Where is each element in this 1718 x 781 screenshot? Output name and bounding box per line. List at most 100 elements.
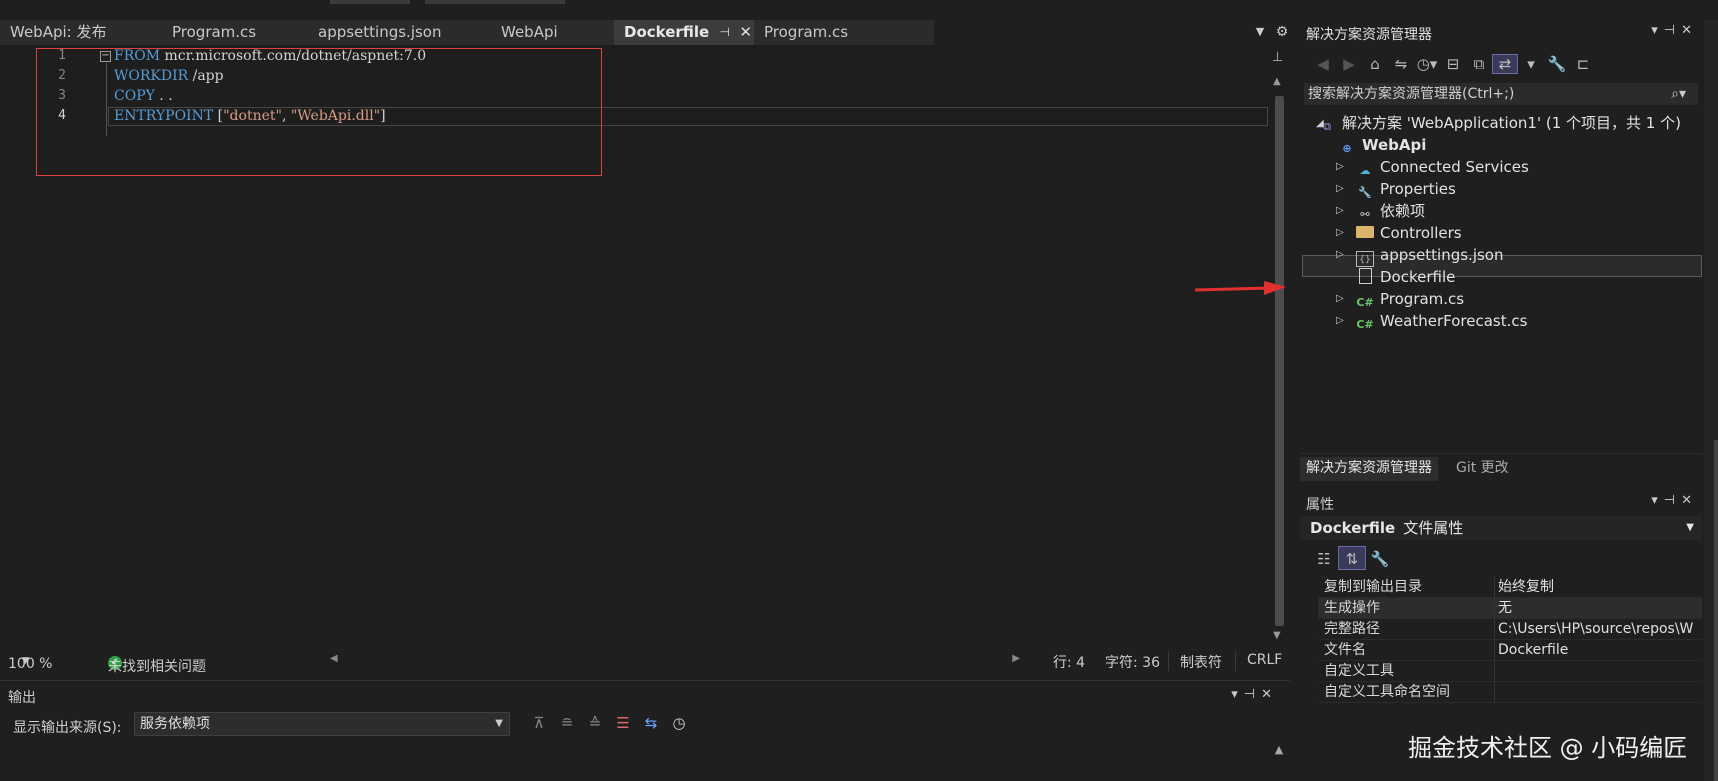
tree-item-dockerfile[interactable]: Dockerfile <box>1356 266 1455 288</box>
expand-triangle-icon[interactable]: ▷ <box>1336 227 1344 238</box>
tree-label: WeatherForecast.cs <box>1380 312 1528 330</box>
tree-item[interactable]: ⚯ 依赖项 <box>1356 200 1425 222</box>
tab-appsettings-json[interactable]: appsettings.json <box>308 20 494 45</box>
tab-webapi-publish[interactable]: WebApi: 发布 <box>0 20 163 45</box>
close-icon[interactable]: ✕ <box>1261 687 1278 702</box>
line-indicator[interactable]: 行: 4 <box>1053 652 1085 672</box>
word-wrap-icon[interactable]: ⇆ <box>637 714 665 732</box>
scroll-down-icon[interactable]: ▼ <box>1273 630 1281 641</box>
pin-icon[interactable]: ⊣ <box>720 20 730 44</box>
horizontal-scrollbar[interactable]: ◀ ▶ <box>330 653 1020 666</box>
tab-webapi[interactable]: WebApi <box>491 20 619 45</box>
output-source-select[interactable]: 服务依赖项 ▼ <box>134 712 510 736</box>
scroll-right-icon[interactable]: ▶ <box>1012 653 1020 664</box>
expand-triangle-icon[interactable]: ▷ <box>1336 205 1344 216</box>
property-row[interactable]: 复制到输出目录 始终复制 <box>1318 577 1702 598</box>
back-icon[interactable]: ◀ <box>1310 55 1336 73</box>
property-key: 复制到输出目录 <box>1324 579 1422 595</box>
output-scroll-up-icon[interactable]: ▲ <box>1270 743 1288 781</box>
folder-icon <box>1356 226 1374 238</box>
pin-icon[interactable]: ⊣ <box>1244 687 1261 702</box>
pin-icon[interactable]: ⊣ <box>1664 493 1681 508</box>
collapse-all-icon[interactable]: ⊟ <box>1440 55 1466 73</box>
separator <box>1494 619 1495 640</box>
pin-icon[interactable]: ⊣ <box>1664 23 1681 38</box>
close-icon[interactable]: ✕ <box>1681 23 1698 38</box>
line-ending-indicator[interactable]: CRLF <box>1247 652 1282 668</box>
property-value[interactable]: Dockerfile <box>1498 640 1702 661</box>
tab-git-changes[interactable]: Git 更改 <box>1450 457 1515 481</box>
output-title: 输出 <box>8 690 36 706</box>
property-value[interactable]: 无 <box>1498 598 1702 619</box>
properties-wrench-icon[interactable]: 🔧 <box>1544 55 1570 73</box>
goto-previous-icon[interactable]: ⊼ <box>525 714 553 732</box>
tree-item[interactable]: C# WeatherForecast.cs <box>1356 310 1527 332</box>
tree-item[interactable]: C# Program.cs <box>1356 288 1464 310</box>
scroll-thumb[interactable] <box>1275 96 1284 626</box>
char-indicator[interactable]: 字符: 36 <box>1105 652 1160 672</box>
scroll-left-icon[interactable]: ◀ <box>330 653 338 664</box>
property-key: 完整路径 <box>1324 621 1380 637</box>
property-row[interactable]: 自定义工具 <box>1318 661 1702 682</box>
tab-list-dropdown-icon[interactable]: ▼ <box>1253 22 1267 42</box>
dropdown-icon[interactable]: ▾ <box>1231 687 1244 702</box>
expand-triangle-icon[interactable]: ▷ <box>1336 293 1344 304</box>
close-icon[interactable]: ✕ <box>739 20 752 44</box>
tree-project-webapi[interactable]: ⊕ WebApi <box>1338 134 1426 156</box>
property-pages-icon[interactable]: 🔧 <box>1366 547 1394 571</box>
property-row[interactable]: 完整路径 C:\Users\HP\source\repos\W <box>1318 619 1702 640</box>
sync-with-active-document-icon[interactable]: ⇄ <box>1492 54 1518 74</box>
property-value[interactable]: C:\Users\HP\source\repos\W <box>1498 619 1702 640</box>
property-object-selector[interactable]: Dockerfile 文件属性 ▼ <box>1300 516 1702 540</box>
dropdown-icon[interactable]: ▾ <box>1651 23 1664 38</box>
switch-views-icon[interactable]: ⇋ <box>1388 55 1414 73</box>
categorized-icon[interactable]: ☷ <box>1310 547 1338 571</box>
solution-search-input[interactable]: 搜索解决方案资源管理器(Ctrl+;) ⌕▾ <box>1304 83 1698 105</box>
tab-program-cs[interactable]: Program.cs <box>162 20 308 45</box>
clock-icon[interactable]: ◷ <box>665 714 693 732</box>
search-icon[interactable]: ⌕▾ <box>1671 83 1686 105</box>
editor-vertical-scrollbar[interactable]: ⊥ ▲ ▼ <box>1270 46 1288 646</box>
find-previous-icon[interactable]: ≘ <box>553 714 581 732</box>
preview-selected-icon[interactable]: ⊏ <box>1570 55 1596 73</box>
tab-program-cs-2[interactable]: Program.cs <box>754 20 934 45</box>
separator <box>1494 661 1495 682</box>
show-all-files-icon[interactable]: ⧉ <box>1466 55 1492 73</box>
titlebar-fragment <box>330 0 410 4</box>
split-window-icon[interactable]: ⊥ <box>1272 50 1283 65</box>
code-editor[interactable]: 1 2 3 4 − FROM mcr.microsoft.com/dotnet/… <box>0 46 1290 648</box>
expand-triangle-icon[interactable]: ▷ <box>1336 183 1344 194</box>
property-value[interactable]: 始终复制 <box>1498 577 1702 598</box>
pending-changes-icon[interactable]: ◷▾ <box>1414 55 1440 73</box>
tree-item[interactable]: {} appsettings.json <box>1356 244 1504 267</box>
find-next-icon[interactable]: ≙ <box>581 714 609 732</box>
clear-all-icon[interactable]: ☰ <box>609 714 637 732</box>
property-row[interactable]: 文件名 Dockerfile <box>1318 640 1702 661</box>
gear-icon[interactable]: ⚙ <box>1275 22 1289 42</box>
scroll-up-icon[interactable]: ▲ <box>1273 76 1281 87</box>
tree-item[interactable]: 🔧 Properties <box>1356 178 1456 200</box>
tree-item[interactable]: Controllers <box>1356 222 1462 244</box>
expand-triangle-icon[interactable]: ▷ <box>1336 249 1344 260</box>
tabs-mode-indicator[interactable]: 制表符 <box>1180 652 1222 672</box>
alphabetical-icon[interactable]: ⇅ <box>1338 546 1366 570</box>
tab-label: Program.cs <box>764 23 849 41</box>
file-icon <box>1359 268 1372 284</box>
tree-solution[interactable]: ⧉ 解决方案 'WebApplication1' (1 个项目，共 1 个) <box>1318 112 1681 134</box>
close-icon[interactable]: ✕ <box>1681 493 1698 508</box>
output-text-area[interactable] <box>6 743 1266 781</box>
tree-item[interactable]: ☁ Connected Services <box>1356 156 1529 178</box>
expand-triangle-icon[interactable]: ▷ <box>1336 315 1344 326</box>
home-icon[interactable]: ⌂ <box>1362 55 1388 73</box>
property-row[interactable]: 生成操作 无 <box>1318 598 1702 619</box>
tab-dockerfile[interactable]: Dockerfile ⊣ ✕ <box>614 20 758 45</box>
dropdown-icon[interactable]: ▾ <box>1651 493 1664 508</box>
chevron-down-icon[interactable]: ▾ <box>1518 55 1544 73</box>
csharp-file-icon: C# <box>1356 318 1374 331</box>
tab-solution-explorer[interactable]: 解决方案资源管理器 <box>1300 457 1438 481</box>
expand-triangle-icon[interactable]: ▷ <box>1336 161 1344 172</box>
panel-title: 解决方案资源管理器 <box>1306 27 1432 43</box>
expanded-triangle-icon[interactable]: ◢ <box>1316 118 1324 129</box>
property-row[interactable]: 自定义工具命名空间 <box>1318 682 1702 703</box>
forward-icon[interactable]: ▶ <box>1336 55 1362 73</box>
